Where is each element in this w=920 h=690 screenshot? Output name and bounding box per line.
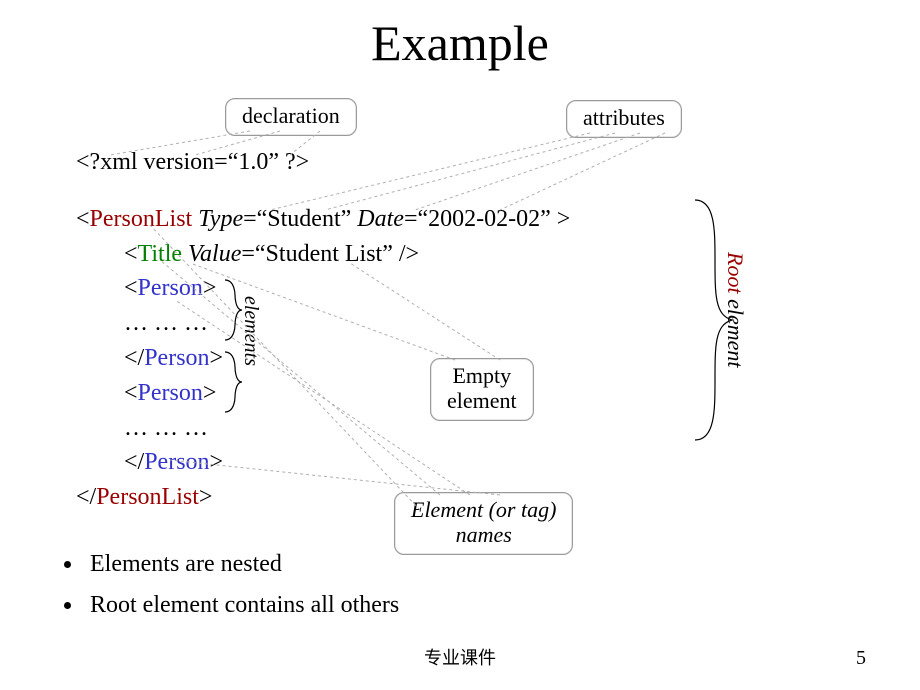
bracket: </ xyxy=(76,484,96,510)
root-word: Root xyxy=(723,252,748,294)
attr-value: =“Student” xyxy=(243,206,357,232)
personlist-close: </PersonList> xyxy=(76,480,570,515)
bracket: > xyxy=(199,484,213,510)
elements-label: elements xyxy=(239,296,262,366)
bracket: > xyxy=(210,449,224,475)
xml-code: <?xml version=“1.0” ?> <PersonList Type=… xyxy=(76,145,570,515)
person-close-2: </Person> xyxy=(124,445,570,480)
tag-name: Person xyxy=(138,380,203,406)
bullet-list: Elements are nested Root element contain… xyxy=(56,545,399,633)
attr-name: Value xyxy=(182,241,241,267)
tag-name: Title xyxy=(138,241,182,267)
bracket: < xyxy=(124,380,138,406)
tag-name: Person xyxy=(138,275,203,301)
bullet-item: Root element contains all others xyxy=(84,592,399,619)
root-rest: element xyxy=(723,294,748,368)
footer-text: 专业课件 xyxy=(0,644,920,670)
attr-value: =“Student List” /> xyxy=(241,241,419,267)
attr-value: =“2002-02-02” > xyxy=(404,206,570,232)
page-number: 5 xyxy=(856,647,866,670)
callout-declaration: declaration xyxy=(225,98,357,136)
bracket: > xyxy=(203,380,217,406)
person-close-1: </Person> xyxy=(124,341,570,376)
ellipsis: … … … xyxy=(124,411,570,446)
attr-name: Date xyxy=(357,206,404,232)
ellipsis: … … … xyxy=(124,306,570,341)
attr-name: Type xyxy=(198,206,243,232)
slide-title: Example xyxy=(0,0,920,72)
callout-attributes: attributes xyxy=(566,100,682,138)
root-element-label: Root element xyxy=(722,252,748,367)
bracket: </ xyxy=(124,345,144,371)
tag-name: Person xyxy=(144,449,209,475)
bracket: < xyxy=(124,275,138,301)
person-open-1: <Person> xyxy=(124,271,570,306)
bracket: > xyxy=(210,345,224,371)
person-open-2: <Person> xyxy=(124,376,570,411)
slide: Example declaration attributes Empty ele… xyxy=(0,0,920,690)
bracket: </ xyxy=(124,449,144,475)
tag-name: Person xyxy=(144,345,209,371)
bracket: < xyxy=(124,241,138,267)
bullet-item: Elements are nested xyxy=(84,551,399,578)
xml-declaration-line: <?xml version=“1.0” ?> xyxy=(76,145,570,180)
callout-text: names xyxy=(456,522,512,547)
personlist-open: <PersonList Type=“Student” Date=“2002-02… xyxy=(76,202,570,237)
bracket: > xyxy=(203,275,217,301)
bracket: < xyxy=(76,206,90,232)
title-element: <Title Value=“Student List” /> xyxy=(124,237,570,272)
tag-name: PersonList xyxy=(90,206,193,232)
tag-name: PersonList xyxy=(96,484,199,510)
